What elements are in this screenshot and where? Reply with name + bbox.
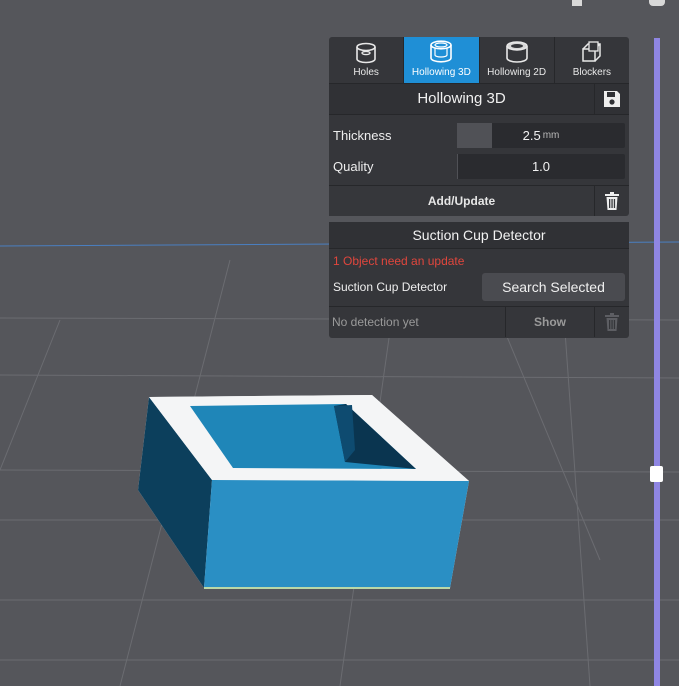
hollowing-3d-icon — [430, 40, 453, 63]
tab-label: Hollowing 2D — [487, 67, 547, 78]
detector-label: Suction Cup Detector — [333, 280, 448, 294]
panel-title: Hollowing 3D — [417, 90, 506, 107]
quality-fill — [457, 154, 458, 179]
search-selected-button[interactable]: Search Selected — [482, 273, 625, 301]
suction-cup-panel: Suction Cup Detector 1 Object need an up… — [329, 222, 629, 338]
save-icon — [604, 91, 620, 107]
detection-row: No detection yet Show — [329, 306, 629, 337]
blockers-icon — [582, 41, 601, 62]
layer-slider-handle[interactable] — [650, 466, 663, 482]
hollowing-tools-panel: Holes Hollowing 3D Hollowing 2D Blockers… — [329, 37, 629, 216]
update-warning: 1 Object need an update — [333, 254, 465, 268]
thickness-fill — [457, 123, 493, 148]
pause-icon[interactable] — [572, 0, 582, 6]
tab-holes[interactable]: Holes — [329, 37, 405, 83]
tab-label: Hollowing 3D — [411, 67, 471, 78]
delete-hollowing-button[interactable] — [594, 186, 629, 216]
tab-label: Blockers — [572, 67, 612, 78]
quality-row: Quality 1.0 — [329, 151, 629, 182]
hollowing-actions: Add/Update — [329, 185, 629, 216]
detector-row: Suction Cup Detector Search Selected — [329, 270, 629, 304]
detection-status: No detection yet — [332, 315, 419, 329]
quality-slider-input[interactable]: 1.0 — [457, 154, 625, 179]
hollowing-2d-icon — [505, 41, 528, 63]
holes-icon — [356, 42, 376, 64]
tab-hollowing-3d[interactable]: Hollowing 3D — [404, 37, 480, 83]
hollowing-titlebar: Hollowing 3D — [329, 83, 629, 115]
thickness-label: Thickness — [333, 128, 392, 143]
show-button[interactable]: Show — [505, 307, 594, 337]
layer-slider-track[interactable] — [654, 38, 660, 686]
trash-icon — [605, 313, 619, 331]
save-button[interactable] — [594, 84, 629, 114]
tab-blockers[interactable]: Blockers — [555, 37, 629, 83]
thickness-row: Thickness 2.5 mm — [329, 120, 629, 151]
thickness-value: 2.5 — [522, 128, 541, 143]
thickness-unit: mm — [542, 130, 560, 141]
delete-detection-button[interactable] — [594, 307, 629, 337]
suction-title: Suction Cup Detector — [329, 222, 629, 249]
quality-value: 1.0 — [531, 159, 551, 174]
tab-hollowing-2d[interactable]: Hollowing 2D — [480, 37, 555, 83]
trash-icon — [605, 192, 619, 210]
add-update-button[interactable]: Add/Update — [329, 186, 594, 216]
thickness-slider-input[interactable]: 2.5 mm — [457, 123, 625, 148]
tool-tabs: Holes Hollowing 3D Hollowing 2D Blockers — [329, 37, 629, 83]
quality-label: Quality — [333, 159, 374, 174]
settings-icon[interactable] — [649, 0, 665, 6]
tab-label: Holes — [353, 67, 379, 78]
